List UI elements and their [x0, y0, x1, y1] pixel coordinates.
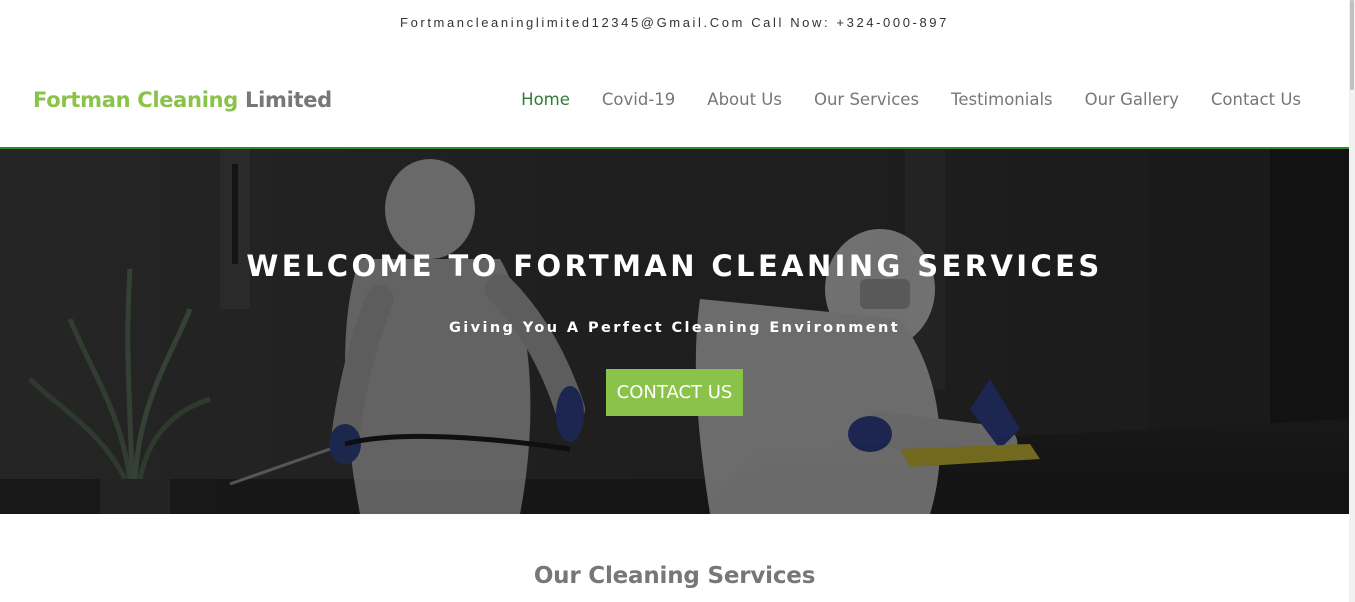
nav-item-covid-19[interactable]: Covid-19: [602, 90, 675, 109]
vertical-scrollbar[interactable]: [1349, 0, 1355, 602]
nav-item-our-gallery[interactable]: Our Gallery: [1085, 90, 1179, 109]
site-logo[interactable]: Fortman Cleaning Limited: [33, 88, 332, 112]
nav-item-testimonials[interactable]: Testimonials: [951, 90, 1053, 109]
nav-item-about-us[interactable]: About Us: [707, 90, 782, 109]
logo-brand-text: Fortman Cleaning: [33, 88, 238, 112]
hero-banner: WELCOME TO FORTMAN CLEANING SERVICES Giv…: [0, 149, 1349, 514]
hero-subtitle: Giving You A Perfect Cleaning Environmen…: [448, 320, 901, 336]
top-contact-bar: Fortmancleaninglimited12345@Gmail.Com Ca…: [400, 15, 949, 30]
nav-item-our-services[interactable]: Our Services: [814, 90, 919, 109]
scrollbar-thumb[interactable]: [1350, 0, 1354, 90]
site-header: Fortman Cleaning Limited Home Covid-19 A…: [0, 50, 1349, 149]
nav-item-home[interactable]: Home: [521, 90, 570, 109]
hero-title: WELCOME TO FORTMAN CLEANING SERVICES: [246, 249, 1103, 283]
services-section-title: Our Cleaning Services: [533, 563, 816, 589]
nav-item-contact-us[interactable]: Contact Us: [1211, 90, 1301, 109]
contact-us-button[interactable]: CONTACT US: [606, 369, 743, 416]
logo-suffix-text: Limited: [245, 88, 332, 112]
page: Fortmancleaninglimited12345@Gmail.Com Ca…: [0, 0, 1349, 602]
main-nav: Home Covid-19 About Us Our Services Test…: [489, 90, 1301, 109]
